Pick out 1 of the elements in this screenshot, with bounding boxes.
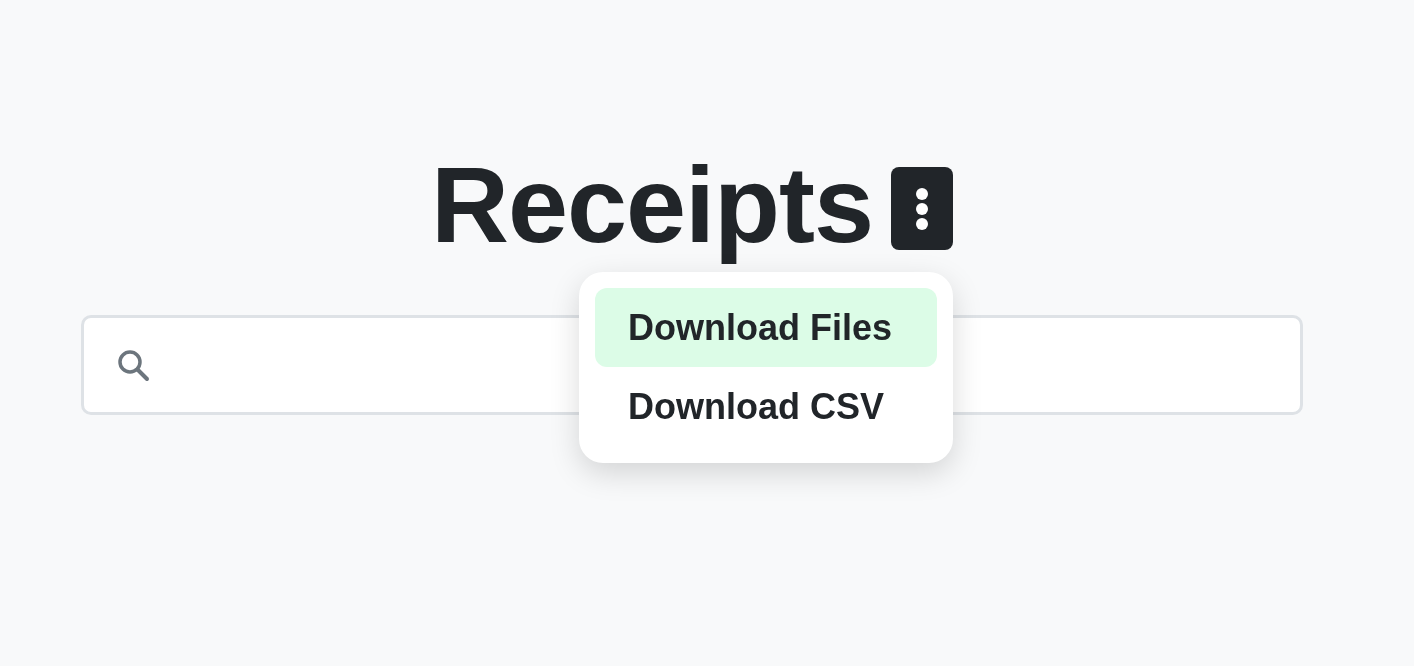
page-title: Receipts (430, 143, 874, 267)
